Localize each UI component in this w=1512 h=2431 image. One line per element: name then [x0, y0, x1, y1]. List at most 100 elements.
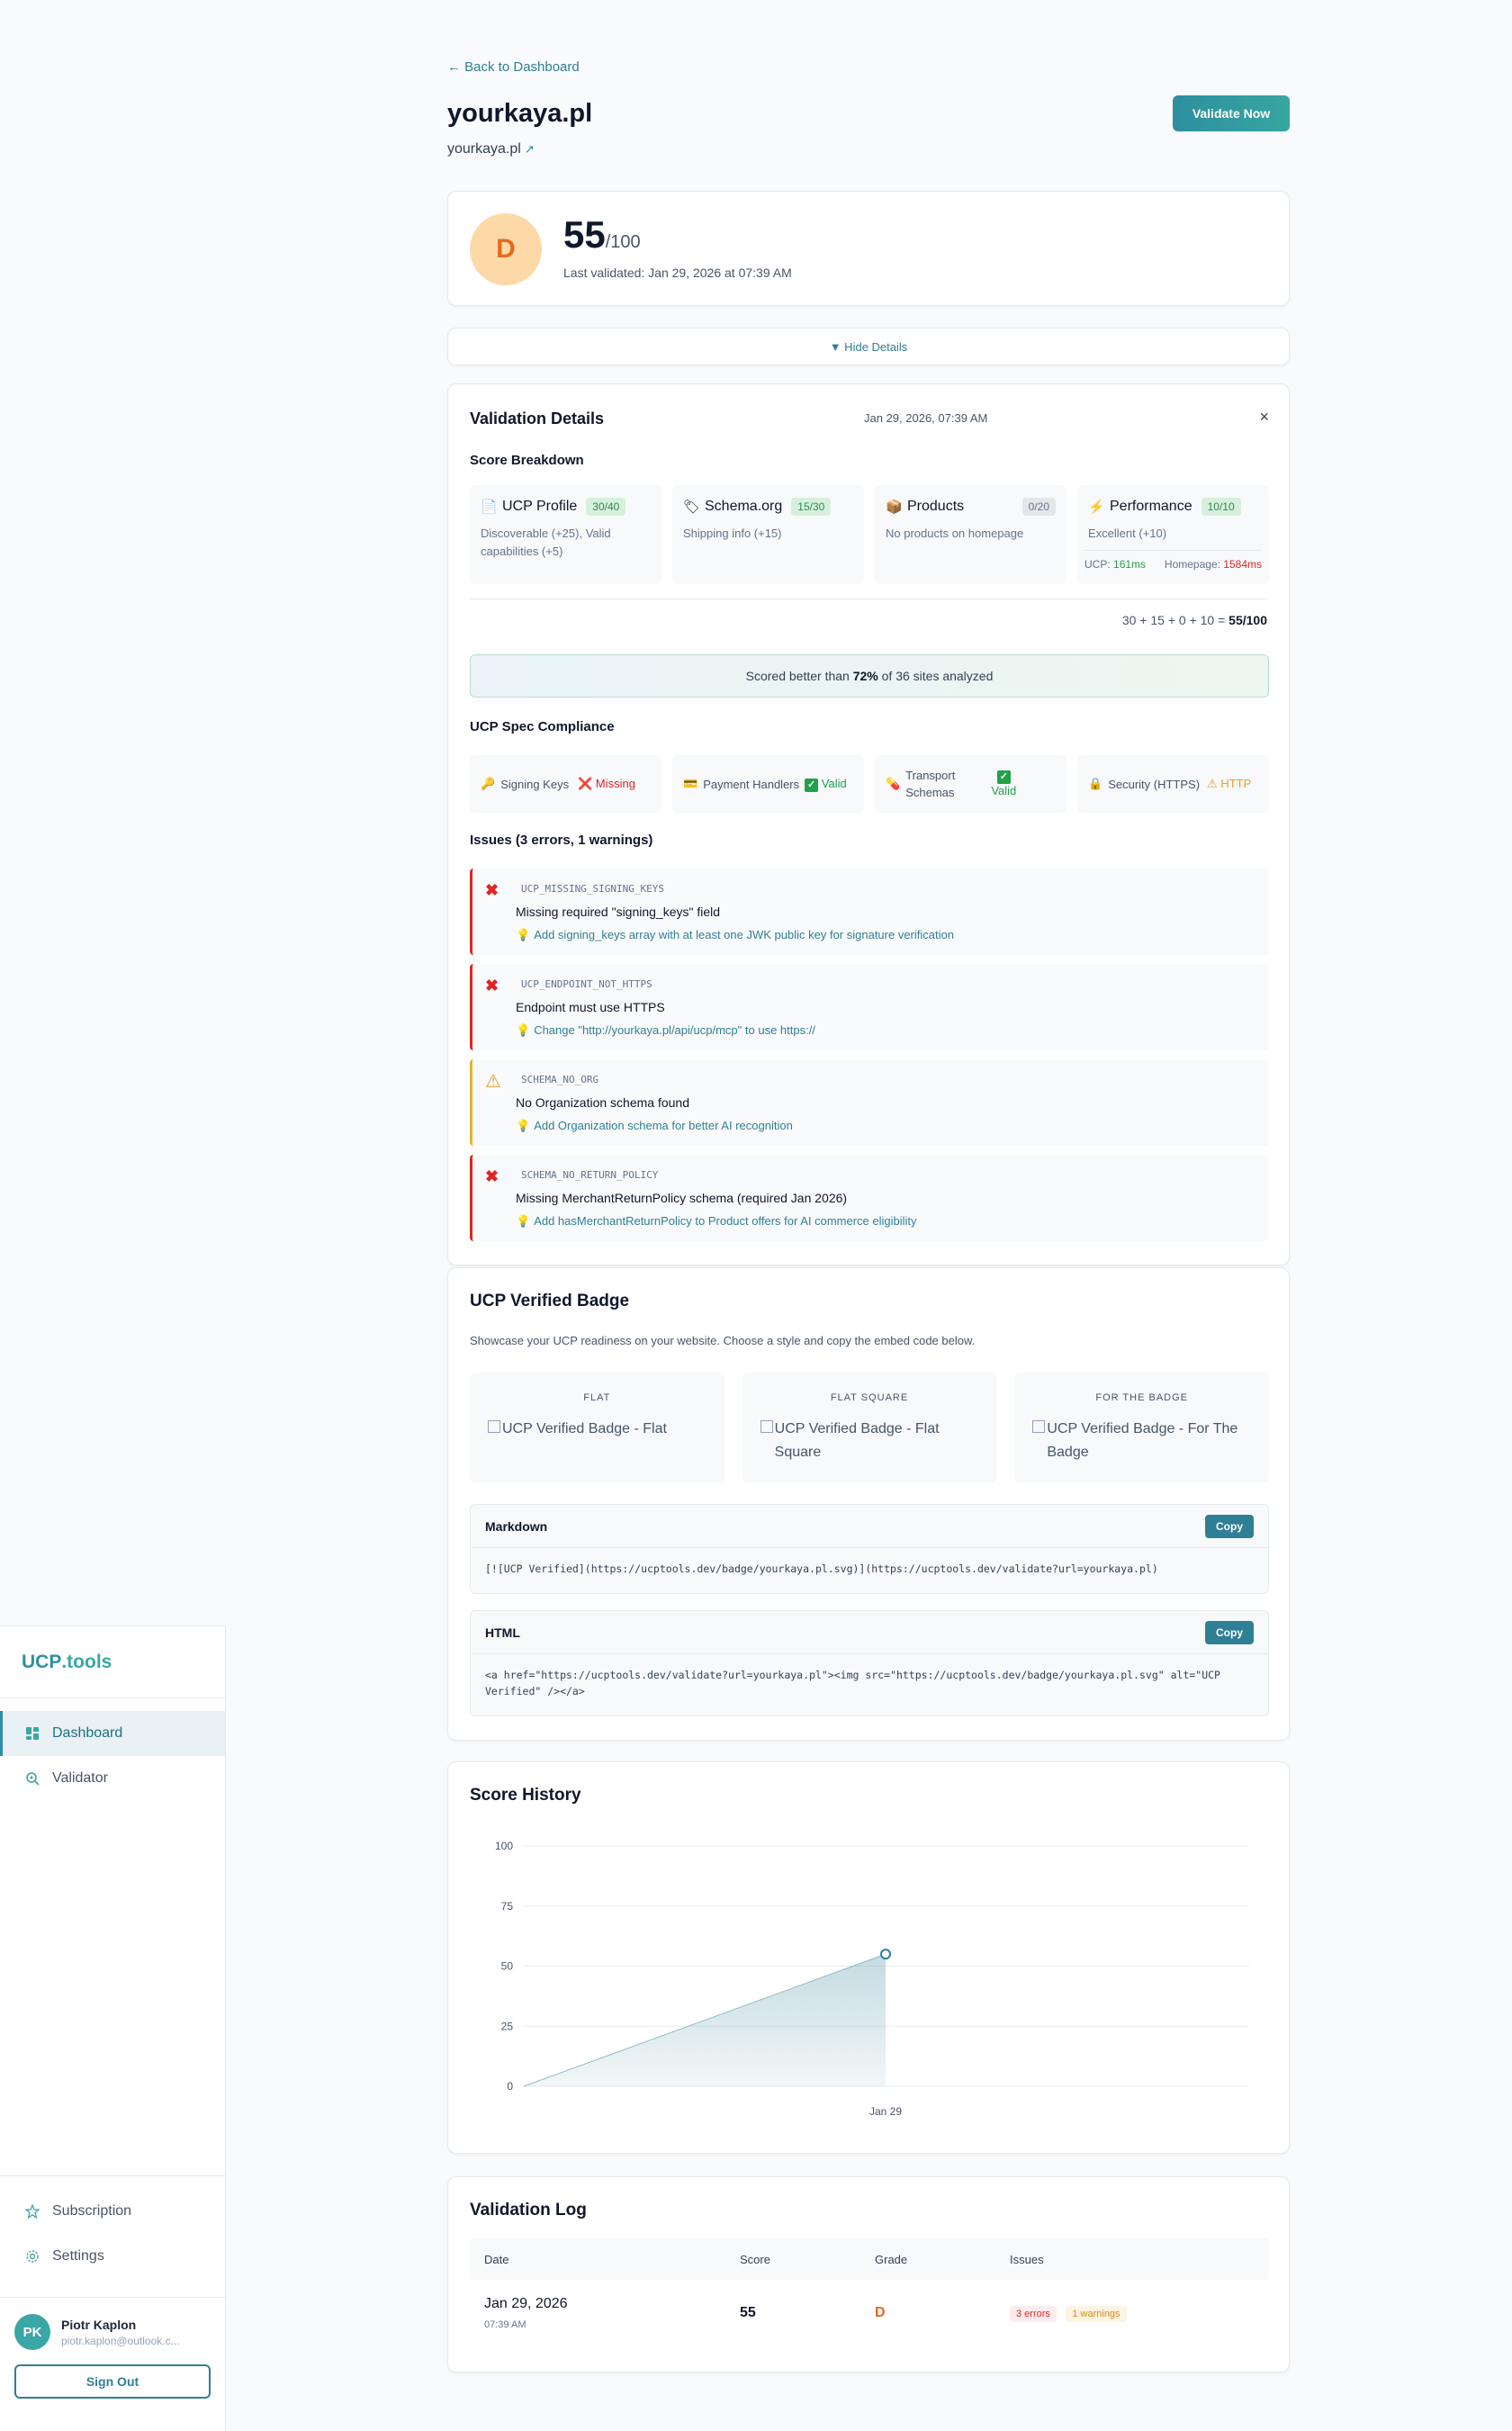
back-to-dashboard-link[interactable]: ← Back to Dashboard [447, 59, 580, 75]
compliance-heading: UCP Spec Compliance [470, 719, 615, 734]
issue-fix: 💡 Add Organization schema for better AI r… [516, 1119, 793, 1133]
avatar[interactable]: PK [14, 2314, 50, 2350]
score-formula: 30 + 15 + 0 + 10 = 55/100 [1122, 613, 1267, 627]
tag-icon: 🏷 [683, 500, 701, 515]
external-link-icon: ↗ [524, 142, 535, 156]
issue-code: UCP_MISSING_SIGNING_KEYS [521, 883, 664, 895]
broken-image-icon [488, 1420, 500, 1433]
site-link[interactable]: yourkaya.pl ↗ [447, 141, 535, 158]
score-breakdown-heading: Score Breakdown [470, 453, 584, 468]
nav-item-settings[interactable]: Settings [0, 2234, 225, 2279]
issue-code: SCHEMA_NO_RETURN_POLICY [521, 1169, 659, 1181]
issue-message: Missing MerchantReturnPolicy schema (req… [516, 1191, 848, 1205]
score-card: D 55/100 Last validated: Jan 29, 2026 at… [447, 191, 1290, 306]
log-table-header: Date Score Grade Issues [470, 2238, 1269, 2280]
issue-fix-text: Add Organization schema for better AI re… [534, 1119, 793, 1132]
compliance-security: 🔒 Security (HTTPS) ⚠ HTTP [1077, 755, 1269, 813]
issue-fix: 💡 Add signing_keys array with at least on… [516, 928, 954, 942]
nav-item-subscription[interactable]: Subscription [0, 2189, 225, 2234]
issue-item: ✖ UCP_ENDPOINT_NOT_HTTPS Endpoint must u… [470, 964, 1269, 1050]
breakdown-desc: Excellent (+10) [1088, 527, 1167, 540]
sign-out-button[interactable]: Sign Out [14, 2364, 211, 2399]
status-warning: ⚠ HTTP [1207, 777, 1251, 791]
status-valid: ✓ Valid [991, 770, 1016, 797]
compliance-label: Signing Keys [500, 777, 570, 791]
copy-markdown-button[interactable]: Copy [1205, 1514, 1254, 1538]
issue-message: No Organization schema found [516, 1095, 689, 1110]
html-label: HTML [485, 1625, 520, 1640]
credit-card-icon: 💳 [683, 777, 698, 790]
percentile-pre: Scored better than [745, 669, 850, 683]
search-icon [23, 1769, 41, 1787]
log-issues: 3 errors 1 warnings [1010, 2305, 1127, 2322]
badge-style-for-the-badge[interactable]: FOR THE BADGE UCP Verified Badge - For T… [1014, 1373, 1270, 1482]
score-number: 55 [563, 213, 606, 256]
compliance-status: Valid [991, 784, 1017, 797]
brand-name: UCP [22, 1651, 62, 1672]
user-email: piotr.kaplon@outlook.c... [61, 2334, 180, 2347]
y-tick-label: 25 [501, 2020, 514, 2032]
nav-item-validator[interactable]: Validator [0, 1756, 225, 1801]
brand-logo[interactable]: UCP .tools [0, 1626, 225, 1698]
lightbulb-icon: 💡 [516, 1119, 531, 1132]
lightbulb-icon: 💡 [516, 1214, 531, 1228]
validation-details-panel: Validation Details Jan 29, 2026, 07:39 A… [447, 383, 1290, 1265]
breakdown-schema-org: 🏷 Schema.org 15/30 Shipping info (+15) [672, 485, 864, 584]
compliance-signing-keys: 🔑 Signing Keys ❌ Missing [470, 755, 662, 813]
nav-item-dashboard[interactable]: Dashboard [0, 1711, 225, 1756]
col-issues: Issues [1010, 2253, 1044, 2266]
lock-icon: 🔒 [1088, 777, 1103, 790]
markdown-code[interactable]: [![UCP Verified](https://ucptools.dev/ba… [471, 1548, 1268, 1589]
sidebar: UCP .tools Dashboard Validator Subscripti… [0, 1625, 226, 2431]
badge-image: UCP Verified Badge - Flat [488, 1418, 706, 1441]
brand-tld: .tools [61, 1651, 112, 1672]
nav-label-dashboard: Dashboard [52, 1725, 123, 1741]
badge-style-flat[interactable]: FLAT UCP Verified Badge - Flat [470, 1373, 724, 1482]
x-icon: ❌ [578, 777, 593, 790]
table-row[interactable]: Jan 29, 2026 07:39 AM 55 D 3 errors 1 wa… [470, 2280, 1269, 2343]
breakdown-name: Schema.org [705, 499, 783, 514]
lightning-icon: ⚡ [1088, 500, 1105, 515]
breakdown-desc: No products on homepage [886, 527, 1024, 540]
history-title: Score History [470, 1786, 581, 1805]
issue-message: Endpoint must use HTTPS [516, 1000, 665, 1014]
gear-icon [23, 2247, 41, 2265]
compliance-status: Valid [821, 776, 847, 790]
nav-label-subscription: Subscription [52, 2203, 132, 2219]
compliance-transport-schemas: 💊 Transport Schemas ✓ Valid [875, 755, 1066, 813]
validation-log-card: Validation Log Date Score Grade Issues J… [447, 2176, 1290, 2372]
x-tick-label: Jan 29 [869, 2105, 902, 2118]
breakdown-name: Performance [1110, 499, 1192, 514]
log-grade: D [875, 2305, 886, 2320]
issue-message: Missing required "signing_keys" field [516, 905, 721, 919]
close-icon[interactable]: × [1259, 408, 1269, 427]
badge-alt-text: UCP Verified Badge - Flat Square [774, 1421, 940, 1460]
error-count-badge: 3 errors [1010, 2306, 1057, 2322]
package-icon: 📦 [886, 500, 903, 515]
y-tick-label: 50 [501, 1960, 514, 1973]
star-icon [23, 2202, 41, 2220]
check-icon: ✓ [996, 770, 1011, 784]
compliance-status: Missing [595, 777, 635, 790]
score-value: 55/100 [563, 213, 641, 257]
hide-details-toggle[interactable]: ▼ Hide Details [447, 328, 1290, 365]
details-title: Validation Details [470, 410, 605, 428]
html-code[interactable]: <a href="https://ucptools.dev/validate?u… [471, 1654, 1268, 1713]
main-nav: Dashboard Validator [0, 1698, 225, 1801]
y-tick-label: 75 [501, 1900, 514, 1913]
copy-html-button[interactable]: Copy [1205, 1620, 1254, 1644]
broken-image-icon [1032, 1420, 1046, 1433]
breakdown-name: UCP Profile [502, 499, 578, 514]
status-valid: ✓ Valid [805, 777, 847, 792]
warning-icon: ⚠ [1207, 777, 1218, 790]
badge-style-heading: FLAT [583, 1392, 611, 1403]
compliance-label: Payment Handlers [703, 777, 800, 791]
badge-style-flat-square[interactable]: FLAT SQUARE UCP Verified Badge - Flat Sq… [742, 1373, 997, 1482]
error-icon: ✖ [485, 881, 500, 899]
issue-code: UCP_ENDPOINT_NOT_HTTPS [521, 978, 652, 990]
homepage-timing-label: Homepage: [1164, 558, 1220, 571]
page-title: yourkaya.pl [447, 99, 593, 128]
validate-now-button[interactable]: Validate Now [1173, 95, 1290, 131]
percentile-banner: Scored better than 72% of 36 sites analy… [470, 654, 1269, 698]
score-max: /100 [605, 232, 641, 252]
